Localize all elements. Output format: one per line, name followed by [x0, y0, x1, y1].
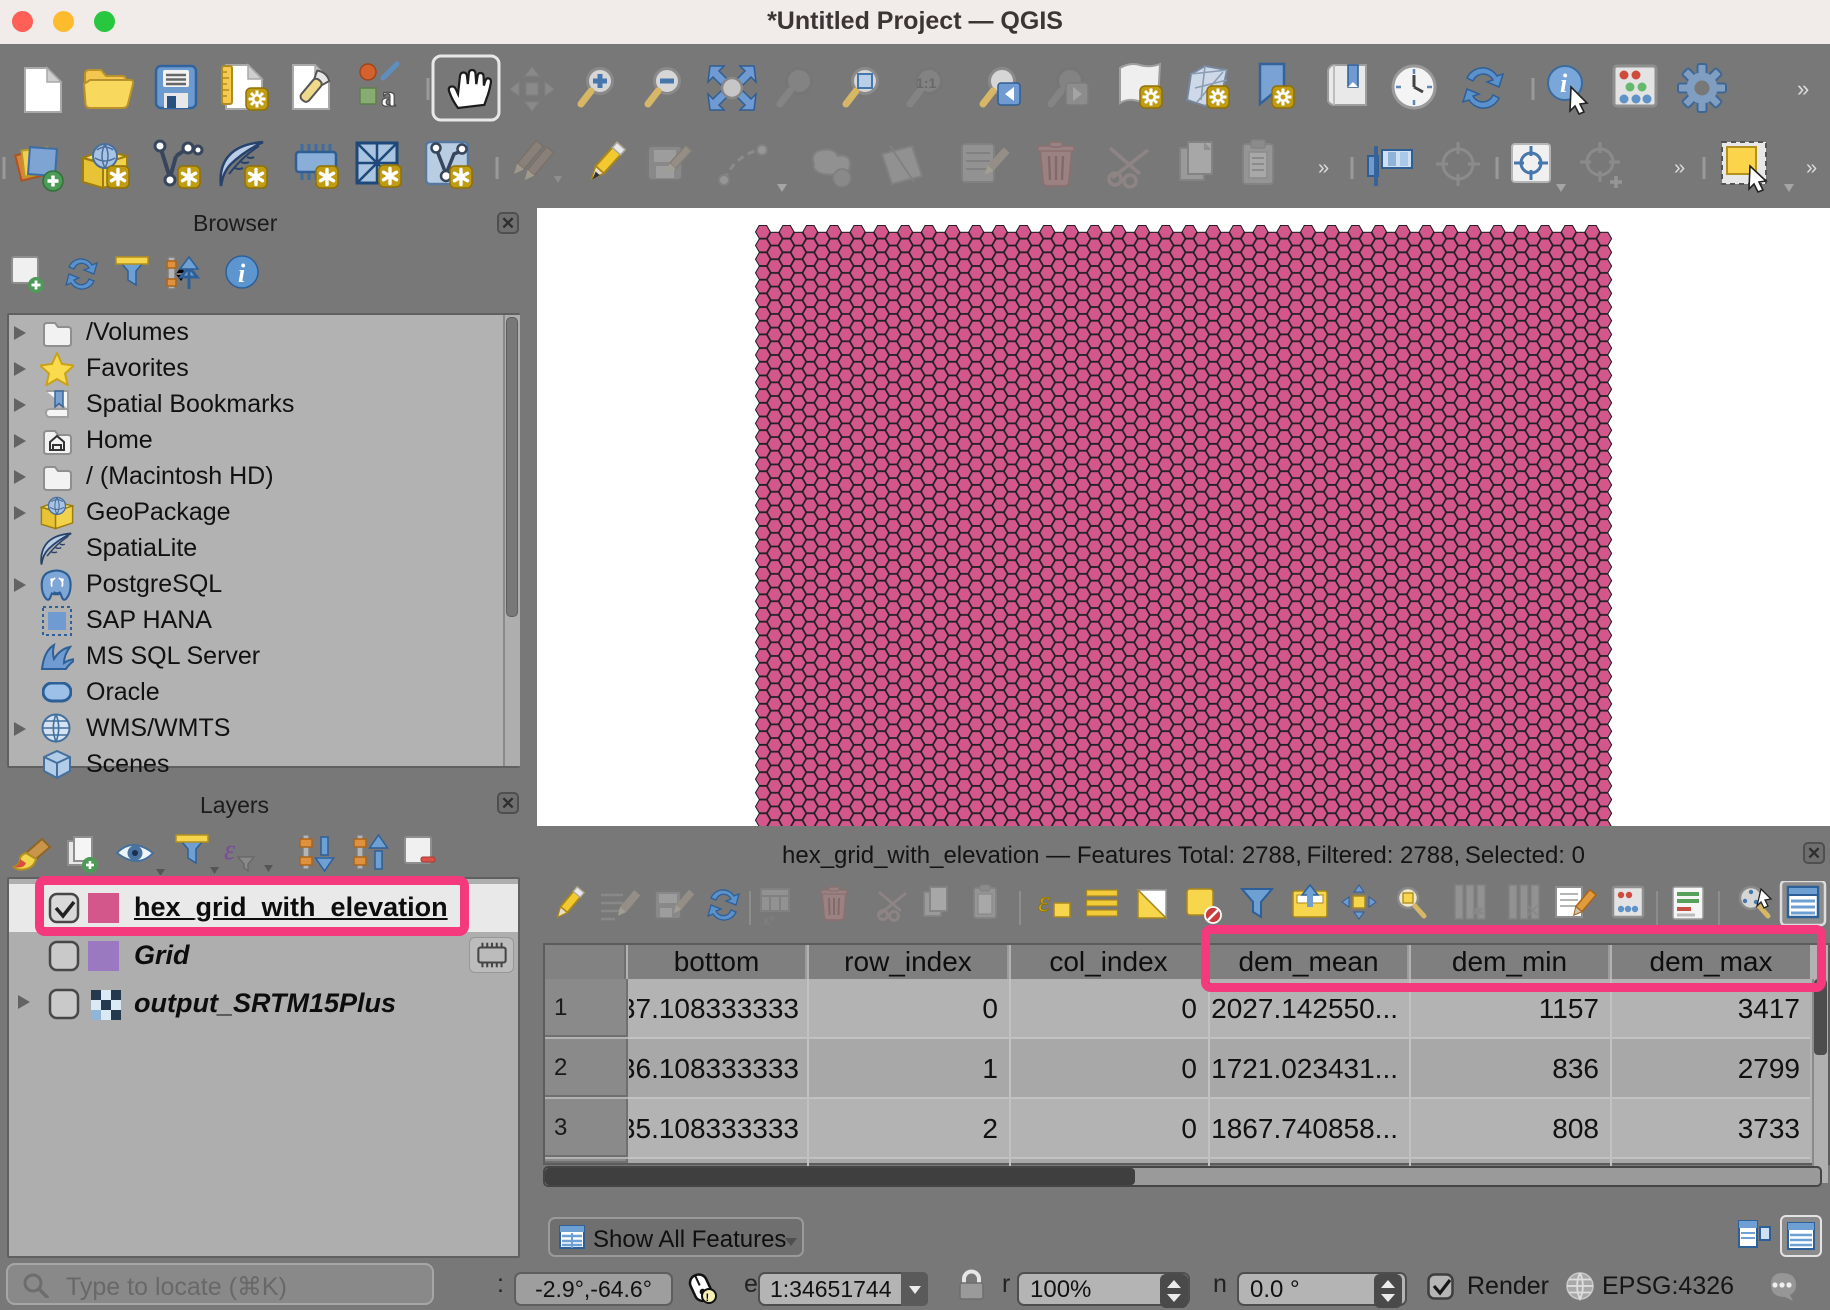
- svg-text:ε: ε: [1038, 885, 1050, 918]
- svg-text:a: a: [381, 80, 396, 113]
- svg-text:ε: ε: [224, 835, 235, 866]
- svg-text:✕: ✕: [1525, 901, 1540, 921]
- svg-text:!: !: [706, 1292, 710, 1304]
- svg-text:x*: x*: [763, 913, 775, 928]
- svg-text:✱: ✱: [1471, 904, 1484, 921]
- svg-text:»: »: [1806, 157, 1817, 179]
- svg-text:i: i: [238, 259, 246, 288]
- svg-text:i: i: [1560, 69, 1568, 98]
- svg-text:1:1: 1:1: [916, 75, 936, 91]
- svg-text:»: »: [1318, 157, 1329, 179]
- svg-text:»: »: [1797, 76, 1809, 101]
- svg-text:»: »: [1674, 157, 1685, 179]
